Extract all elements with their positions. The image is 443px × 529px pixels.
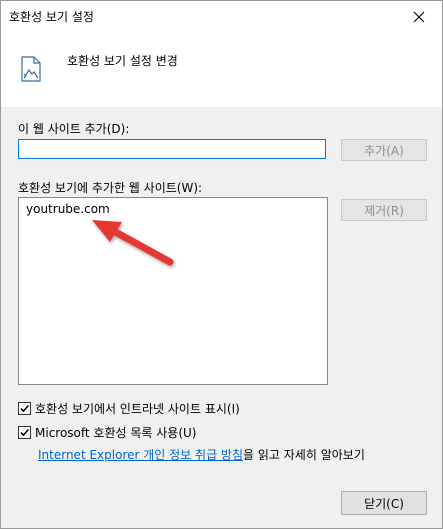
title-bar: 호환성 보기 설정 (1, 1, 442, 32)
remove-button[interactable]: 제거(R) (341, 199, 427, 221)
close-button[interactable]: 닫기(C) (341, 491, 427, 515)
compat-page-icon (21, 56, 41, 82)
close-icon (413, 11, 425, 22)
intranet-option[interactable]: 호환성 보기에서 인트라넷 사이트 표시(I) (18, 400, 240, 417)
dialog-window: 호환성 보기 설정 호환성 보기 설정 변경 이 웹 사이트 추가(D): 추가… (0, 0, 443, 529)
add-site-label: 이 웹 사이트 추가(D): (18, 122, 130, 136)
ms-list-label: Microsoft 호환성 목록 사용(U) (35, 426, 197, 440)
close-window-button[interactable] (396, 1, 442, 32)
checkmark-icon (20, 428, 30, 437)
header-title: 호환성 보기 설정 변경 (67, 54, 178, 68)
ms-list-checkbox[interactable] (18, 426, 31, 439)
add-site-input[interactable] (18, 139, 326, 159)
intranet-label: 호환성 보기에서 인트라넷 사이트 표시(I) (35, 402, 240, 416)
site-listbox[interactable]: youtrube.com (18, 197, 328, 385)
site-list-label: 호환성 보기에 추가한 웹 사이트(W): (18, 181, 203, 195)
privacy-link[interactable]: Internet Explorer 개인 정보 취급 방침 (38, 448, 243, 462)
intranet-checkbox[interactable] (18, 402, 31, 415)
ms-list-option[interactable]: Microsoft 호환성 목록 사용(U) (18, 424, 196, 441)
privacy-suffix: 을 읽고 자세히 알아보기 (243, 448, 365, 462)
list-item[interactable]: youtrube.com (26, 202, 110, 216)
checkmark-icon (20, 404, 30, 413)
privacy-row: Internet Explorer 개인 정보 취급 방침을 읽고 자세히 알아… (38, 446, 365, 463)
add-button[interactable]: 추가(A) (341, 139, 427, 161)
window-title: 호환성 보기 설정 (9, 10, 94, 24)
header-area: 호환성 보기 설정 변경 (1, 32, 442, 107)
